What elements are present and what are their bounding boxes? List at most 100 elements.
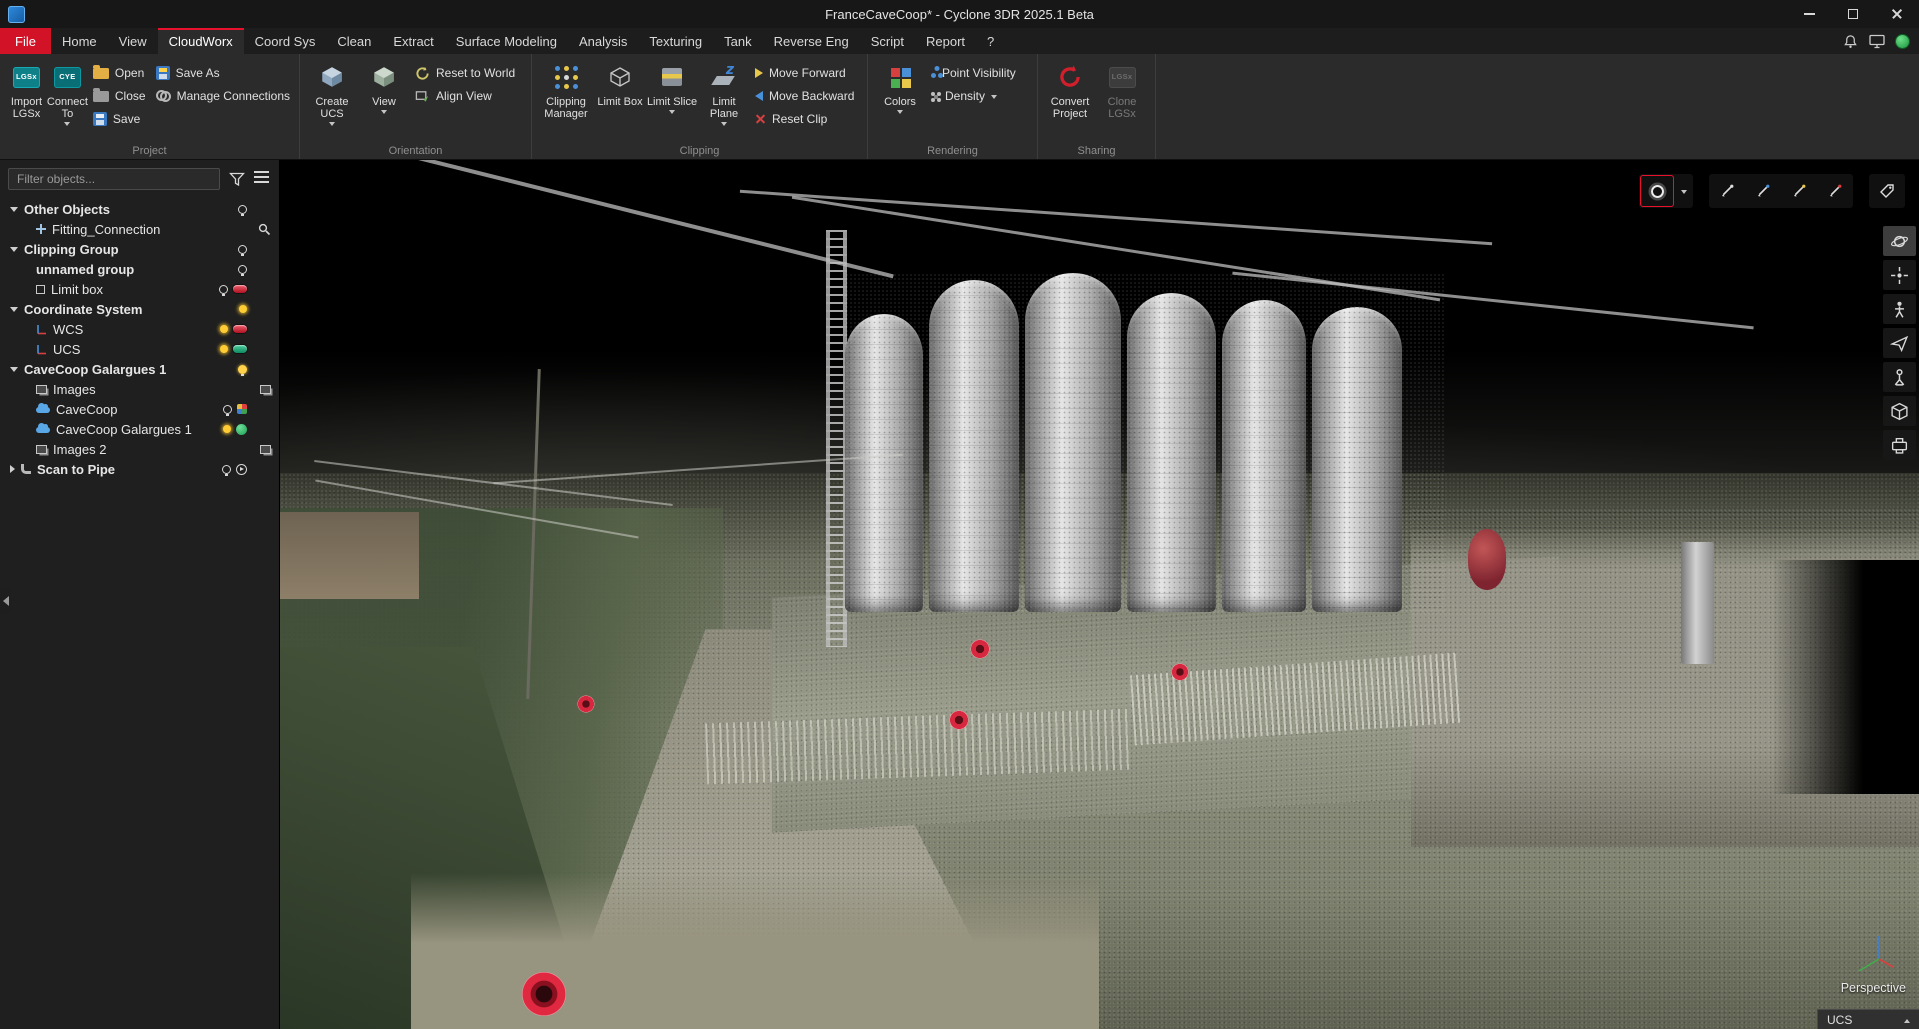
active-toggle-icon[interactable] <box>233 325 247 333</box>
tree-row-cavecoop-galargues-1[interactable]: CaveCoop Galargues 1 <box>0 419 279 439</box>
menu-tab-view[interactable]: View <box>108 28 158 54</box>
limit-slice-button[interactable]: Limit Slice <box>646 59 698 114</box>
reset-clip-button[interactable]: Reset Clip <box>755 109 854 129</box>
menu-tab-home[interactable]: Home <box>51 28 108 54</box>
tag-button[interactable] <box>1870 175 1904 207</box>
create-ucs-button[interactable]: Create UCS <box>306 59 358 126</box>
visibility-bulb-icon[interactable] <box>238 205 247 214</box>
ucs-selector[interactable]: UCS <box>1817 1009 1919 1029</box>
visibility-bulb-icon[interactable] <box>238 265 247 274</box>
visibility-bulb-icon[interactable] <box>238 245 247 254</box>
expander-icon[interactable] <box>10 247 18 252</box>
limit-plane-button[interactable]: Limit Plane <box>698 59 750 126</box>
menu-tab-cloudworx[interactable]: CloudWorx <box>158 28 244 54</box>
connection-status-icon[interactable] <box>1896 35 1909 48</box>
menu-tab-script[interactable]: Script <box>860 28 915 54</box>
convert-project-button[interactable]: Convert Project <box>1044 59 1096 120</box>
color-mode-icon[interactable] <box>237 404 247 414</box>
tree-row-wcs[interactable]: WCS <box>0 319 279 339</box>
menu-tab-file[interactable]: File <box>0 28 51 54</box>
tree-row-cavecoop[interactable]: CaveCoop <box>0 399 279 419</box>
tree-row-coordinate-system[interactable]: Coordinate System <box>0 299 279 319</box>
images-badge-icon[interactable] <box>260 445 271 454</box>
tree-row-images-2[interactable]: Images 2 <box>0 439 279 459</box>
maximize-button[interactable] <box>1831 0 1875 28</box>
expander-icon[interactable] <box>10 367 18 372</box>
menu-tab-tank[interactable]: Tank <box>713 28 762 54</box>
expander-icon[interactable] <box>10 207 18 212</box>
expander-icon[interactable] <box>10 307 18 312</box>
menu-tab-reverse-eng[interactable]: Reverse Eng <box>763 28 860 54</box>
target-marker[interactable] <box>970 640 989 659</box>
active-toggle-icon[interactable] <box>233 345 247 353</box>
visibility-sun-icon[interactable] <box>220 345 228 353</box>
run-play-icon[interactable] <box>236 464 247 475</box>
visibility-bulb-icon[interactable] <box>223 405 232 414</box>
menu-tab-texturing[interactable]: Texturing <box>638 28 713 54</box>
visibility-sun-icon[interactable] <box>239 305 247 313</box>
filter-input[interactable] <box>8 168 220 190</box>
expander-icon[interactable] <box>10 465 15 473</box>
display-settings-icon[interactable] <box>1869 34 1885 49</box>
tree-row-limit-box[interactable]: Limit box <box>0 279 279 299</box>
clipping-manager-button[interactable]: Clipping Manager <box>538 59 594 120</box>
clone-lgsx-button[interactable]: LGSx Clone LGSx <box>1096 59 1148 120</box>
tree-row-images[interactable]: Images <box>0 379 279 399</box>
align-view-button[interactable]: Align View <box>415 86 515 106</box>
import-lgsx-button[interactable]: LGSx Import LGSx <box>6 59 47 120</box>
reset-to-world-button[interactable]: Reset to World <box>415 63 515 83</box>
menu-tab-analysis[interactable]: Analysis <box>568 28 638 54</box>
tree-row-scan-to-pipe[interactable]: Scan to Pipe <box>0 459 279 479</box>
visibility-bulb-icon[interactable] <box>222 465 231 474</box>
fly-mode-button[interactable] <box>1883 328 1916 358</box>
menu-tab-clean[interactable]: Clean <box>326 28 382 54</box>
menu-tab-extract[interactable]: Extract <box>382 28 444 54</box>
tree-menu-icon[interactable] <box>254 170 269 188</box>
tree-row-unnamed-group[interactable]: unnamed group <box>0 259 279 279</box>
limit-box-view-button[interactable] <box>1883 396 1916 426</box>
active-toggle-icon[interactable] <box>233 285 247 293</box>
tree-row-other-objects[interactable]: Other Objects <box>0 199 279 219</box>
menu-tab-coord-sys[interactable]: Coord Sys <box>244 28 327 54</box>
pick-object-button[interactable] <box>1782 175 1816 207</box>
inspect-magnifier-icon[interactable] <box>258 223 271 236</box>
scan-station-button[interactable] <box>1883 362 1916 392</box>
view-button[interactable]: View <box>358 59 410 114</box>
visibility-sun-icon[interactable] <box>223 425 231 433</box>
visibility-sun-icon[interactable] <box>220 325 228 333</box>
status-green-icon[interactable] <box>236 424 247 435</box>
tree-row-fitting-connection[interactable]: Fitting_Connection <box>0 219 279 239</box>
3d-viewport[interactable]: Perspective UCS <box>280 160 1919 1029</box>
filter-funnel-icon[interactable] <box>229 172 245 187</box>
target-marker[interactable] <box>949 710 968 729</box>
save-button[interactable]: Save <box>93 109 146 129</box>
move-backward-button[interactable]: Move Backward <box>755 86 854 106</box>
close-project-button[interactable]: Close <box>93 86 146 106</box>
colors-button[interactable]: Colors <box>874 59 926 114</box>
tree-row-clipping-group[interactable]: Clipping Group <box>0 239 279 259</box>
connect-to-button[interactable]: CYE Connect To <box>47 59 88 126</box>
menu-tab-report[interactable]: Report <box>915 28 976 54</box>
close-button[interactable] <box>1875 0 1919 28</box>
target-marker[interactable] <box>1171 663 1188 680</box>
target-marker[interactable] <box>578 695 595 712</box>
minimize-button[interactable] <box>1787 0 1831 28</box>
visibility-bulb-icon[interactable] <box>219 285 228 294</box>
move-forward-button[interactable]: Move Forward <box>755 63 854 83</box>
center-view-button[interactable] <box>1883 260 1916 290</box>
tree-row-ucs[interactable]: UCS <box>0 339 279 359</box>
open-button[interactable]: Open <box>93 63 146 83</box>
manage-connections-button[interactable]: Manage Connections <box>156 86 290 106</box>
target-picker-dropdown[interactable] <box>1676 175 1692 207</box>
menu-tab-surface-modeling[interactable]: Surface Modeling <box>445 28 568 54</box>
tree-row-cavecoop-galargues-group[interactable]: CaveCoop Galargues 1 <box>0 359 279 379</box>
images-badge-icon[interactable] <box>260 385 271 394</box>
snapshot-button[interactable] <box>1883 430 1916 460</box>
panel-collapse-handle[interactable] <box>0 588 11 614</box>
orbit-button[interactable] <box>1883 226 1916 256</box>
walk-mode-button[interactable] <box>1883 294 1916 324</box>
save-as-button[interactable]: Save As <box>156 63 290 83</box>
menu-tab-help[interactable]: ? <box>976 28 1005 54</box>
pick-point-button[interactable] <box>1710 175 1744 207</box>
notifications-bell-icon[interactable] <box>1843 34 1858 49</box>
